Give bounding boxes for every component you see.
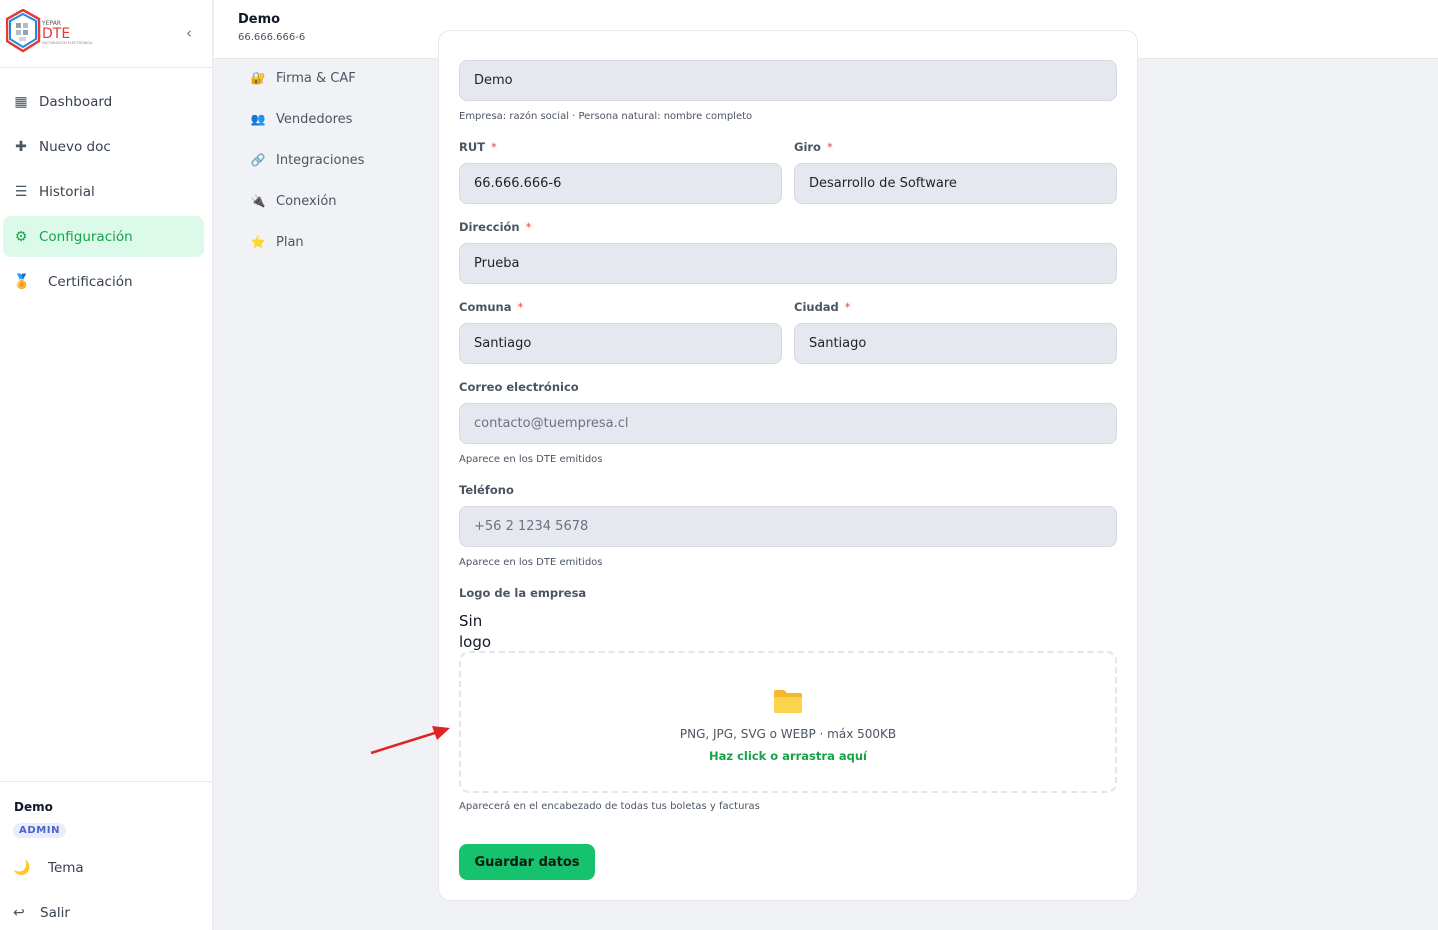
subnav-item-vendedores[interactable]: 👥 Vendedores <box>248 104 418 134</box>
company-name: Demo <box>238 12 281 27</box>
subnav-item-label: Integraciones <box>276 152 365 168</box>
telefono-field[interactable] <box>459 506 1117 547</box>
lock-icon: 🔐 <box>250 71 266 85</box>
subnav-item-label: Vendedores <box>276 111 353 127</box>
sidebar-item-label: Dashboard <box>39 93 113 110</box>
rut-input[interactable] <box>459 163 782 204</box>
sidebar-item-nuevo-doc[interactable]: ✚ Nuevo doc <box>3 126 204 167</box>
required-marker: * <box>844 300 851 314</box>
ciudad-input[interactable] <box>794 323 1117 364</box>
user-name: Demo <box>14 800 53 814</box>
direccion-label: Dirección * <box>459 220 531 234</box>
comuna-input[interactable] <box>459 323 782 364</box>
subnav-item-integraciones[interactable]: 🔗 Integraciones <box>248 145 418 175</box>
logo-sub-text: FACTURACION ELECTRONICA <box>42 41 93 45</box>
logout-label: Salir <box>40 905 70 921</box>
direccion-label-text: Dirección <box>459 220 520 234</box>
dropzone-link[interactable]: Haz click o arrastra aquí <box>461 749 1115 763</box>
collapse-sidebar-icon[interactable]: ‹ <box>186 24 192 42</box>
comuna-label: Comuna * <box>459 300 523 314</box>
company-logo: YEPAR DTE FACTURACION ELECTRONICA <box>6 9 93 53</box>
theme-label: Tema <box>48 860 84 876</box>
theme-toggle[interactable]: 🌙 Tema <box>13 860 84 876</box>
brand-header: YEPAR DTE FACTURACION ELECTRONICA ‹ <box>0 0 212 68</box>
dropzone-formats: PNG, JPG, SVG o WEBP · máx 500KB <box>679 727 897 741</box>
main-nav: ▦ Dashboard ✚ Nuevo doc ☰ Historial ⚙ Co… <box>0 68 212 302</box>
subnav-item-firma-caf[interactable]: 🔐 Firma & CAF <box>248 63 418 93</box>
subnav-item-conexion[interactable]: 🔌 Conexión <box>248 186 418 216</box>
rut-label: RUT * <box>459 140 497 154</box>
grid-icon: ▦ <box>14 93 28 110</box>
telefono-label: Teléfono <box>459 483 514 497</box>
giro-label: Giro * <box>794 140 833 154</box>
email-field[interactable] <box>459 403 1117 444</box>
required-marker: * <box>491 140 497 154</box>
star-icon: ⭐ <box>250 235 266 249</box>
users-icon: 👥 <box>250 112 266 126</box>
link-icon: 🔗 <box>250 153 266 167</box>
save-button[interactable]: Guardar datos <box>459 844 595 880</box>
sidebar-item-dashboard[interactable]: ▦ Dashboard <box>3 81 204 122</box>
logo-hint: Aparecerá en el encabezado de todas tus … <box>459 801 760 812</box>
plus-icon: ✚ <box>15 138 27 155</box>
sidebar-item-historial[interactable]: ☰ Historial <box>3 171 204 212</box>
role-badge: ADMIN <box>13 823 67 838</box>
sidebar-item-configuracion[interactable]: ⚙ Configuración <box>3 216 204 257</box>
subnav-item-label: Firma & CAF <box>276 70 356 86</box>
list-icon: ☰ <box>14 183 28 200</box>
subnav-item-plan[interactable]: ⭐ Plan <box>248 227 418 257</box>
required-marker: * <box>517 300 524 314</box>
required-marker: * <box>826 140 833 154</box>
sidebar-item-label: Configuración <box>39 228 133 245</box>
sidebar-item-certificacion[interactable]: 🏅 Certificación <box>3 261 204 302</box>
correo-hint: Aparece en los DTE emitidos <box>459 454 603 465</box>
logo-main-text: DTE <box>42 26 70 42</box>
logo-placeholder-text: Sin logo <box>459 612 492 651</box>
plug-icon: 🔌 <box>250 194 266 208</box>
logo-label: Logo de la empresa <box>459 586 587 600</box>
logo-dropzone[interactable]: PNG, JPG, SVG o WEBP · máx 500KB Haz cli… <box>459 651 1117 793</box>
subnav-item-label: Plan <box>276 234 304 250</box>
annotation-arrow-icon <box>370 726 450 755</box>
giro-input[interactable] <box>794 163 1117 204</box>
sidebar-item-label: Certificación <box>48 273 133 290</box>
required-marker: * <box>525 220 532 234</box>
rut-label-text: RUT <box>459 140 486 154</box>
sidebar-item-label: Historial <box>39 183 95 200</box>
direccion-input[interactable] <box>459 243 1117 284</box>
sidebar: YEPAR DTE FACTURACION ELECTRONICA ‹ ▦ Da… <box>0 0 213 930</box>
moon-icon: 🌙 <box>13 860 31 876</box>
folder-icon <box>774 690 802 713</box>
gear-icon: ⚙ <box>14 228 28 245</box>
logout-button[interactable]: ↩ Salir <box>13 905 70 921</box>
razon-social-input[interactable] <box>459 60 1117 101</box>
telefono-hint: Aparece en los DTE emitidos <box>459 557 603 568</box>
company-rut: 66.666.666-6 <box>238 32 306 43</box>
correo-label: Correo electrónico <box>459 380 579 394</box>
sidebar-footer: Demo ADMIN 🌙 Tema ↩ Salir <box>0 781 213 930</box>
medal-icon: 🏅 <box>13 273 31 290</box>
comuna-label-text: Comuna <box>459 300 512 314</box>
razon-social-hint: Empresa: razón social · Persona natural:… <box>459 111 753 122</box>
giro-label-text: Giro <box>794 140 821 154</box>
subnav-item-label: Conexión <box>276 193 337 209</box>
logout-icon: ↩ <box>13 905 25 921</box>
sidebar-item-label: Nuevo doc <box>39 138 111 155</box>
ciudad-label: Ciudad * <box>794 300 851 314</box>
ciudad-label-text: Ciudad <box>794 300 839 314</box>
